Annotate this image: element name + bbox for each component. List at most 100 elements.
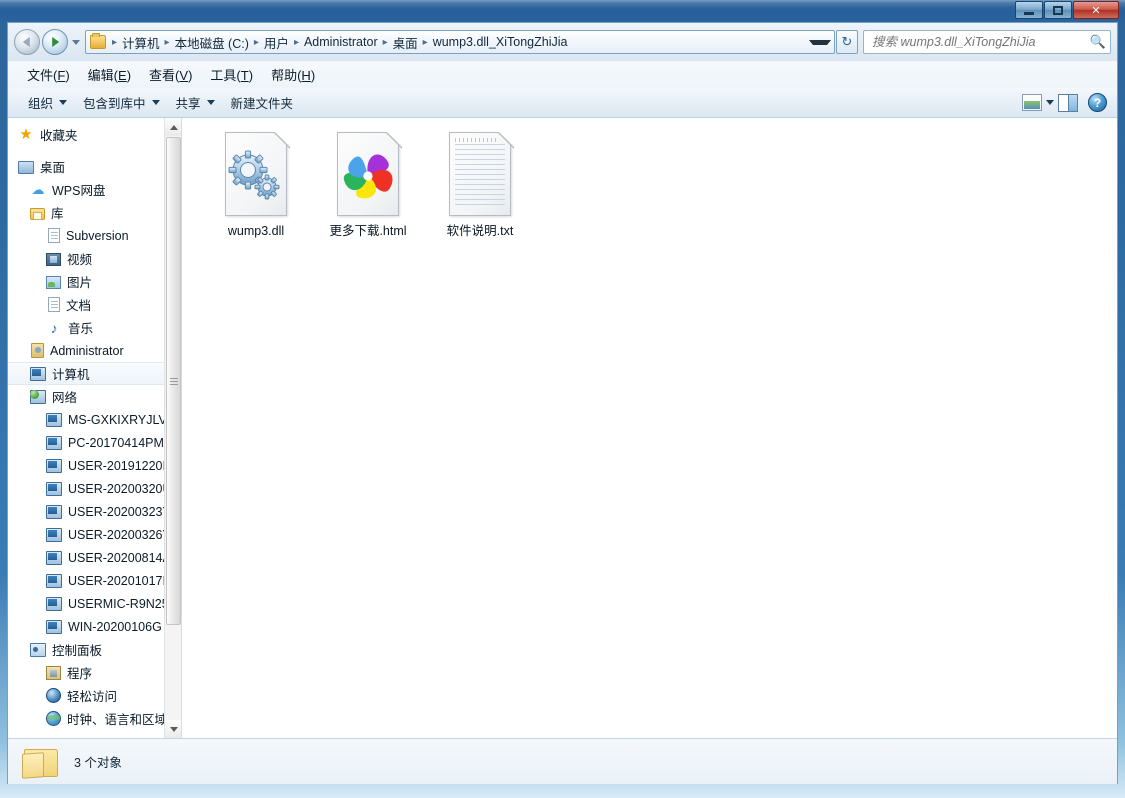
sidebar-item-收藏夹[interactable]: ★ 收藏夹 — [8, 123, 164, 146]
scrollbar-grip-icon — [169, 377, 178, 385]
menu-help[interactable]: 帮助(H) — [262, 62, 324, 87]
address-bar-row: ▸ 计算机 ▸ 本地磁盘 (C:) ▸ 用户 ▸ Administrator ▸… — [8, 23, 1117, 61]
scrollbar-thumb[interactable] — [166, 137, 181, 625]
dll-gears-icon — [222, 131, 291, 218]
sidebar-item-label: USER-20200323Y — [68, 504, 164, 519]
sidebar-item-Administrator[interactable]: Administrator — [8, 339, 164, 362]
sidebar-item-USER-20200326Y[interactable]: USER-20200326Y — [8, 523, 164, 546]
address-dropdown-icon[interactable] — [809, 39, 831, 45]
maximize-icon — [1053, 5, 1063, 15]
preview-pane-icon[interactable] — [1058, 93, 1078, 112]
sidebar-item-USER-20200323Y[interactable]: USER-20200323Y — [8, 500, 164, 523]
maximize-button[interactable] — [1044, 1, 1072, 19]
sidebar-item-网络[interactable]: 网络 — [8, 385, 164, 408]
toolbar-include-in-library-button[interactable]: 包含到库中 — [75, 89, 168, 116]
help-button[interactable]: ? — [1088, 93, 1107, 112]
breadcrumb-item-administrator[interactable]: Administrator — [303, 33, 379, 51]
sidebar-item-label: 视频 — [67, 253, 93, 267]
toolbar-new-folder-button[interactable]: 新建文件夹 — [223, 89, 302, 116]
library-icon — [30, 207, 45, 220]
address-breadcrumb-bar[interactable]: ▸ 计算机 ▸ 本地磁盘 (C:) ▸ 用户 ▸ Administrator ▸… — [85, 30, 835, 54]
sidebar-item-label: USER-20200320U — [68, 481, 164, 496]
menu-file-accesskey: F — [57, 68, 66, 83]
toolbar-share-button[interactable]: 共享 — [168, 89, 223, 116]
sidebar-item-label: 图片 — [67, 276, 93, 290]
sidebar-item-WPS网盘[interactable]: ☁ WPS网盘 — [8, 178, 164, 201]
breadcrumb-separator[interactable]: ▸ — [290, 37, 303, 48]
breadcrumb-separator[interactable]: ▸ — [250, 37, 263, 48]
sidebar-item-桌面[interactable]: 桌面 — [8, 155, 164, 178]
sidebar-item-label: USER-20201017I — [68, 573, 164, 588]
sidebar-item-图片[interactable]: 图片 — [8, 270, 164, 293]
sidebar-item-USER-20200320U[interactable]: USER-20200320U — [8, 477, 164, 500]
menu-edit[interactable]: 编辑(E) — [79, 62, 140, 87]
sidebar-item-音乐[interactable]: ♪ 音乐 — [8, 316, 164, 339]
sidebar-item-库[interactable]: 库 — [8, 201, 164, 224]
breadcrumb-separator[interactable]: ▸ — [419, 37, 432, 48]
chevron-down-icon[interactable] — [1046, 100, 1054, 105]
forward-button[interactable] — [42, 29, 68, 55]
scroll-up-button[interactable] — [165, 118, 181, 136]
document-icon — [48, 228, 60, 243]
toolbar-right-group: ? — [1022, 93, 1111, 112]
sidebar-item-label: 轻松访问 — [67, 690, 118, 704]
sidebar-item-USERMIC-R9N25[interactable]: USERMIC-R9N25 — [8, 592, 164, 615]
breadcrumb-item-desktop[interactable]: 桌面 — [392, 31, 419, 53]
sidebar-item-WIN-20200106G[interactable]: WIN-20200106G — [8, 615, 164, 638]
breadcrumb-separator[interactable]: ▸ — [379, 37, 392, 48]
menu-edit-label: 编辑 — [87, 68, 114, 83]
status-item-count: 3 个对象 — [74, 756, 122, 770]
breadcrumb-item-users[interactable]: 用户 — [263, 31, 290, 53]
breadcrumb-item-computer[interactable]: 计算机 — [121, 31, 161, 53]
sidebar-item-label: 网络 — [52, 391, 78, 405]
file-item-txt[interactable]: 软件说明.txt — [424, 126, 536, 243]
breadcrumb-item-current-folder[interactable]: wump3.dll_XiTongZhiJia — [432, 33, 569, 51]
title-bar[interactable]: ✕ — [0, 0, 1125, 22]
breadcrumb-separator[interactable]: ▸ — [108, 37, 121, 48]
sidebar-item-轻松访问[interactable]: 轻松访问 — [8, 684, 164, 707]
sidebar-item-label: 控制面板 — [52, 644, 103, 658]
search-box[interactable]: 🔍 — [863, 30, 1111, 54]
toolbar-organize-button[interactable]: 组织 — [20, 89, 75, 116]
file-item-dll[interactable]: wump3.dll — [200, 126, 312, 243]
sidebar-item-视频[interactable]: 视频 — [8, 247, 164, 270]
breadcrumb-separator[interactable]: ▸ — [161, 37, 174, 48]
minimize-button[interactable] — [1015, 1, 1043, 19]
sidebar-item-MS-GXKIXRYJLV[interactable]: MS-GXKIXRYJLV — [8, 408, 164, 431]
sidebar-scrollbar[interactable] — [164, 118, 181, 738]
sidebar-item-文档[interactable]: 文档 — [8, 293, 164, 316]
search-icon[interactable]: 🔍 — [1090, 34, 1106, 50]
sidebar-item-USER-20200814A[interactable]: USER-20200814A — [8, 546, 164, 569]
menu-tools[interactable]: 工具(T) — [201, 62, 262, 87]
sidebar-item-程序[interactable]: 程序 — [8, 661, 164, 684]
sidebar-item-时钟、语言和区域[interactable]: 时钟、语言和区域 — [8, 707, 164, 730]
sidebar-item-label: 收藏夹 — [40, 129, 78, 143]
window-controls: ✕ — [1015, 1, 1119, 19]
ease-of-access-icon — [46, 688, 61, 703]
sidebar-item-计算机[interactable]: 计算机 — [8, 362, 164, 385]
file-item-html[interactable]: 更多下载.html — [312, 126, 424, 243]
search-input[interactable] — [872, 35, 1090, 49]
menu-view[interactable]: 查看(V) — [140, 62, 201, 87]
refresh-button[interactable]: ↻ — [836, 30, 858, 54]
sidebar-item-label: Subversion — [66, 228, 129, 243]
file-list-pane[interactable]: wump3.dll 更多下载.html 软件说明.txt — [182, 118, 1117, 738]
back-button[interactable] — [14, 29, 40, 55]
breadcrumb-item-drive[interactable]: 本地磁盘 (C:) — [174, 31, 250, 53]
sidebar-item-PC-20170414PM[interactable]: PC-20170414PM — [8, 431, 164, 454]
change-view-icon[interactable] — [1022, 94, 1042, 111]
folder-icon — [22, 746, 60, 779]
sidebar-item-USER-20201017I[interactable]: USER-20201017I — [8, 569, 164, 592]
menu-tools-label: 工具 — [210, 68, 237, 83]
scroll-down-button[interactable] — [165, 720, 181, 738]
history-dropdown-icon[interactable] — [72, 39, 80, 45]
sidebar-item-label: MS-GXKIXRYJLV — [68, 412, 164, 427]
sidebar-item-USER-20191220I[interactable]: USER-20191220I — [8, 454, 164, 477]
computer-icon — [46, 551, 62, 565]
close-button[interactable]: ✕ — [1073, 1, 1119, 19]
sidebar-item-控制面板[interactable]: 控制面板 — [8, 638, 164, 661]
sidebar-item-Subversion[interactable]: Subversion — [8, 224, 164, 247]
menu-file[interactable]: 文件(F) — [18, 62, 79, 87]
toolbar-include-in-library-label: 包含到库中 — [83, 97, 146, 111]
chevron-down-icon — [151, 100, 160, 105]
